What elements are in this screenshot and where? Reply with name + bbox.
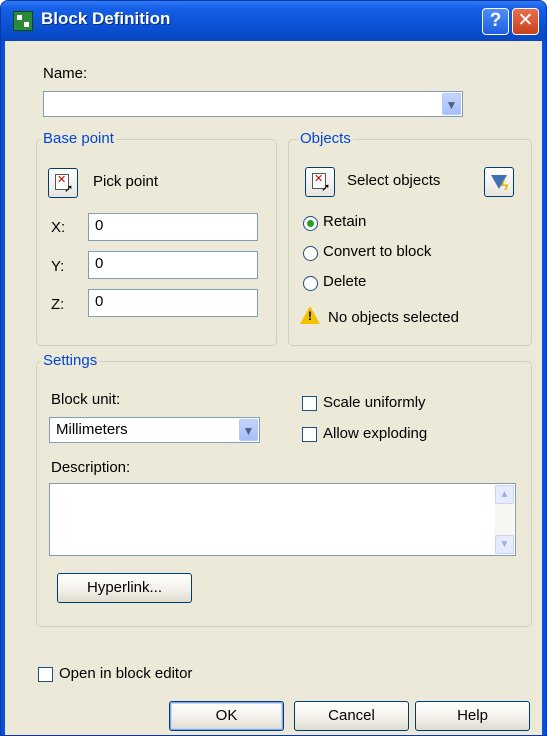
allow-exploding-label[interactable]: Allow exploding: [323, 425, 427, 442]
base-point-label: Base point: [41, 130, 116, 147]
select-objects-label: Select objects: [347, 172, 441, 189]
delete-radio[interactable]: [303, 276, 318, 291]
description-textarea[interactable]: ▲ ▼: [49, 483, 516, 556]
close-button[interactable]: ✕: [512, 8, 539, 35]
z-coordinate-input[interactable]: 0: [88, 289, 258, 317]
chevron-down-icon[interactable]: ▼: [239, 419, 258, 441]
convert-to-block-radio[interactable]: [303, 246, 318, 261]
pick-point-label: Pick point: [93, 173, 159, 190]
pick-point-button[interactable]: ✕ ➚: [48, 168, 78, 198]
x-coordinate-input[interactable]: 0: [88, 213, 258, 241]
scroll-up-icon[interactable]: ▲: [495, 485, 514, 504]
z-label: Z:: [51, 296, 65, 313]
quick-select-button[interactable]: ϟ: [484, 167, 514, 197]
help-question-button[interactable]: ?: [482, 8, 509, 35]
block-unit-value: Millimeters: [56, 421, 128, 438]
name-combo[interactable]: ▼: [43, 91, 463, 117]
ok-button[interactable]: OK: [169, 701, 284, 731]
dialog-body: Name: ▼ Base point ✕ ➚ Pick point X: 0 Y…: [5, 41, 542, 735]
scale-uniformly-checkbox[interactable]: [302, 396, 317, 411]
cancel-button[interactable]: Cancel: [294, 701, 409, 731]
y-label: Y:: [51, 258, 65, 275]
block-unit-combo[interactable]: Millimeters ▼: [49, 417, 260, 443]
block-icon: [13, 11, 33, 31]
hyperlink-button[interactable]: Hyperlink...: [57, 573, 192, 603]
help-button[interactable]: Help: [415, 701, 530, 731]
select-objects-button[interactable]: ✕ ➚: [305, 167, 335, 197]
allow-exploding-checkbox[interactable]: [302, 427, 317, 442]
description-label: Description:: [51, 459, 131, 476]
title-bar[interactable]: Block Definition ? ✕: [1, 1, 546, 41]
retain-radio[interactable]: [303, 216, 318, 231]
name-label: Name:: [43, 65, 88, 82]
window-title: Block Definition: [41, 9, 171, 28]
objects-label: Objects: [298, 130, 353, 147]
chevron-down-icon[interactable]: ▼: [442, 93, 461, 115]
x-label: X:: [51, 219, 66, 236]
block-unit-label: Block unit:: [51, 391, 121, 408]
scroll-down-icon[interactable]: ▼: [495, 535, 514, 554]
y-coordinate-input[interactable]: 0: [88, 251, 258, 279]
open-in-block-editor-checkbox[interactable]: [38, 667, 53, 682]
retain-label[interactable]: Retain: [323, 213, 366, 230]
selection-status: No objects selected: [328, 309, 459, 326]
settings-label: Settings: [41, 352, 100, 369]
block-definition-dialog: Block Definition ? ✕ Name: ▼ Base point …: [0, 0, 547, 736]
scale-uniformly-label[interactable]: Scale uniformly: [323, 394, 426, 411]
description-scrollbar[interactable]: ▲ ▼: [495, 485, 514, 554]
delete-label[interactable]: Delete: [323, 273, 366, 290]
open-in-block-editor-label[interactable]: Open in block editor: [59, 665, 192, 682]
convert-to-block-label[interactable]: Convert to block: [323, 243, 431, 260]
